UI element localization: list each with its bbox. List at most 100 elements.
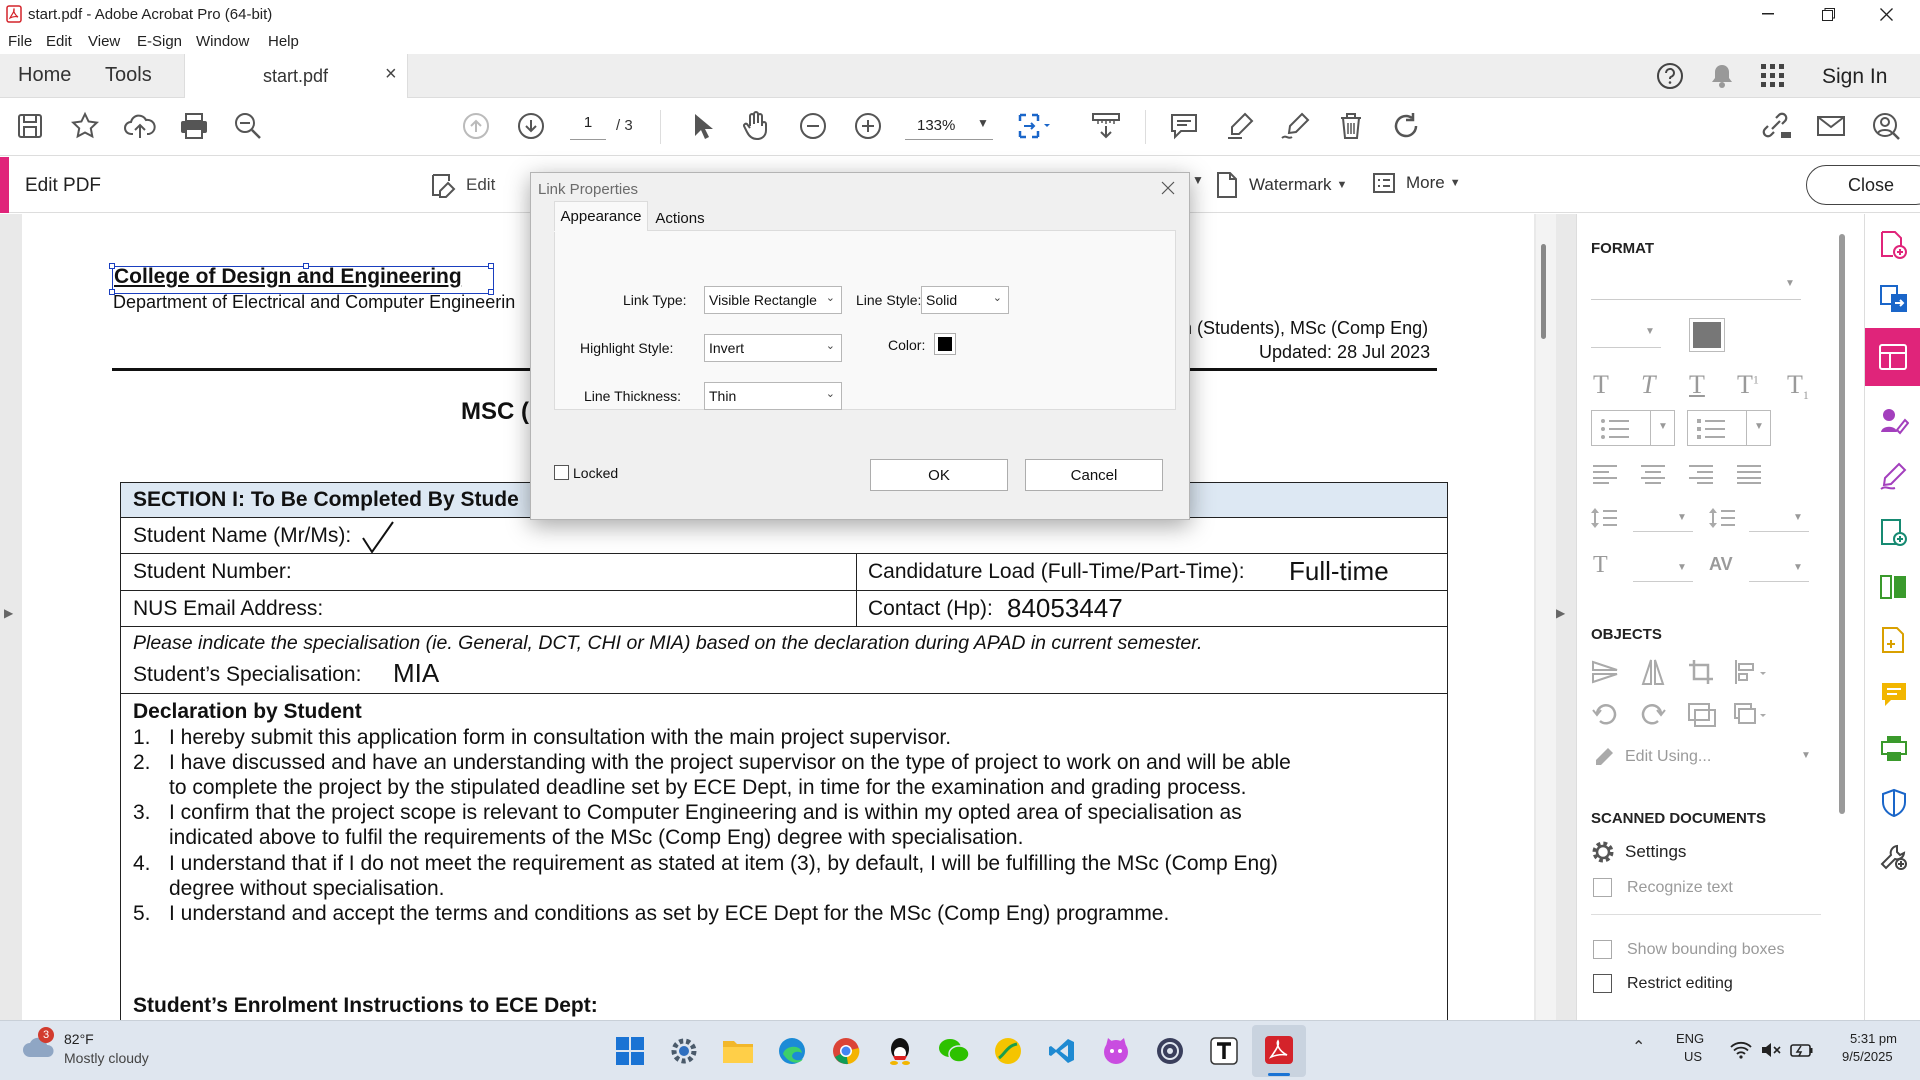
line-thickness-select[interactable]: Thin ⌄ — [704, 382, 842, 410]
bullet-list-button[interactable]: ▼ — [1591, 410, 1675, 446]
tab-document[interactable]: start.pdf × — [184, 54, 408, 98]
dialog-close-icon[interactable] — [1161, 181, 1175, 195]
account-icon[interactable] — [1868, 108, 1904, 144]
panel-scrollbar[interactable] — [1839, 234, 1845, 814]
upload-cloud-icon[interactable] — [122, 108, 158, 144]
align-justify-icon[interactable] — [1737, 464, 1763, 484]
export-pdf-icon[interactable] — [1879, 284, 1909, 314]
horizontal-scaling-select[interactable]: ▼ — [1633, 556, 1693, 582]
clock-date[interactable]: 9/5/2025 — [1842, 1049, 1893, 1064]
delete-trash-icon[interactable] — [1333, 108, 1369, 144]
contact-value[interactable]: 84053447 — [1007, 593, 1123, 624]
edit-using-select[interactable]: Edit Using... ▼ — [1591, 742, 1811, 772]
line-spacing-select[interactable]: ▼ — [1633, 506, 1693, 532]
rotate-right-icon[interactable] — [1639, 700, 1667, 728]
page-fit-icon[interactable] — [1016, 108, 1052, 144]
font-color-swatch[interactable] — [1689, 318, 1725, 352]
scan-ocr-icon[interactable] — [1879, 626, 1909, 656]
college-name-link[interactable]: College of Design and Engineering — [114, 265, 462, 289]
paragraph-spacing-icon[interactable] — [1709, 506, 1737, 530]
restrict-editing-checkbox[interactable] — [1593, 974, 1612, 993]
sign-pen-icon[interactable] — [1278, 108, 1314, 144]
flip-horizontal-icon[interactable] — [1639, 658, 1667, 686]
sign-in-link[interactable]: Sign In — [1822, 65, 1887, 89]
restore-button[interactable] — [1800, 0, 1856, 28]
zoom-out-icon[interactable] — [795, 108, 831, 144]
scroll-mode-icon[interactable] — [1088, 108, 1124, 144]
notifications-bell-icon[interactable] — [1704, 58, 1740, 94]
character-spacing-icon[interactable]: AV — [1709, 554, 1733, 575]
superscript-icon[interactable]: T1 — [1737, 370, 1759, 400]
edge-browser-icon[interactable] — [770, 1029, 814, 1073]
language-line1[interactable]: ENG — [1676, 1031, 1704, 1046]
numbered-list-button[interactable]: ▼ — [1687, 410, 1771, 446]
text-style-normal-icon[interactable]: T — [1593, 370, 1609, 400]
print-production-icon[interactable] — [1879, 734, 1909, 764]
zoom-select[interactable]: 133% ▼ — [905, 114, 993, 140]
qq-app-icon[interactable] — [878, 1029, 922, 1073]
rotate-left-icon[interactable] — [1591, 700, 1619, 728]
font-size-select[interactable]: ▼ — [1591, 320, 1661, 348]
clock-time[interactable]: 5:31 pm — [1850, 1031, 1897, 1046]
link-type-select[interactable]: Visible Rectangle ⌄ — [704, 286, 842, 314]
align-left-icon[interactable] — [1593, 464, 1619, 484]
locked-checkbox[interactable] — [554, 465, 569, 480]
create-pdf-icon[interactable] — [1879, 230, 1907, 260]
volume-muted-icon[interactable] — [1760, 1041, 1782, 1059]
replace-image-icon[interactable] — [1687, 700, 1717, 728]
paragraph-spacing-select[interactable]: ▼ — [1749, 506, 1809, 532]
chevron-up-icon[interactable]: ⌃ — [1632, 1037, 1645, 1057]
comment-tool-icon[interactable] — [1879, 680, 1909, 710]
app-icon-yellow[interactable] — [986, 1029, 1030, 1073]
specialisation-value[interactable]: MIA — [393, 658, 439, 689]
scrollbar-thumb[interactable] — [1541, 244, 1546, 339]
help-icon[interactable] — [1652, 58, 1688, 94]
tab-actions[interactable]: Actions — [648, 205, 712, 231]
font-family-select[interactable]: ▼ — [1591, 272, 1801, 300]
recognize-text-checkbox[interactable] — [1593, 878, 1612, 897]
character-spacing-select[interactable]: ▼ — [1749, 556, 1809, 582]
acrobat-taskbar-active[interactable] — [1252, 1025, 1306, 1077]
tab-home[interactable]: Home — [18, 64, 71, 87]
next-page-icon[interactable] — [513, 108, 549, 144]
comment-icon[interactable] — [1166, 108, 1202, 144]
find-text-icon[interactable] — [230, 108, 266, 144]
rotate-icon[interactable] — [1388, 108, 1424, 144]
wechat-app-icon[interactable] — [932, 1029, 976, 1073]
share-link-icon[interactable] — [1758, 108, 1794, 144]
scan-settings-button[interactable]: Settings — [1591, 840, 1686, 864]
more-tools-wrench-icon[interactable] — [1879, 842, 1909, 872]
obs-app-icon[interactable] — [1148, 1029, 1192, 1073]
previous-page-icon[interactable] — [458, 108, 494, 144]
protect-shield-icon[interactable] — [1879, 788, 1909, 818]
menu-window[interactable]: Window — [196, 33, 249, 50]
watermark-button[interactable]: Watermark ▼ — [1215, 171, 1347, 199]
close-edit-button[interactable]: Close — [1806, 165, 1920, 205]
ok-button[interactable]: OK — [870, 459, 1008, 491]
tab-close-icon[interactable]: × — [385, 63, 397, 86]
arrange-objects-icon[interactable] — [1733, 700, 1769, 728]
horizontal-scaling-icon[interactable]: T — [1593, 552, 1608, 579]
save-icon[interactable] — [12, 108, 48, 144]
email-icon[interactable] — [1813, 108, 1849, 144]
select-cursor-icon[interactable] — [684, 108, 720, 144]
hand-tool-icon[interactable] — [738, 108, 774, 144]
close-window-button[interactable] — [1858, 0, 1914, 28]
tab-tools[interactable]: Tools — [105, 64, 152, 87]
candidature-value[interactable]: Full-time — [1289, 556, 1389, 587]
wifi-icon[interactable] — [1730, 1041, 1752, 1059]
file-explorer-icon[interactable] — [716, 1029, 760, 1073]
battery-charging-icon[interactable] — [1790, 1041, 1814, 1059]
line-spacing-icon[interactable] — [1591, 506, 1619, 530]
cancel-button[interactable]: Cancel — [1025, 459, 1163, 491]
print-icon[interactable] — [176, 108, 212, 144]
apps-grid-icon[interactable] — [1755, 58, 1791, 94]
language-line2[interactable]: US — [1684, 1049, 1702, 1064]
zoom-in-icon[interactable] — [850, 108, 886, 144]
request-signature-icon[interactable] — [1879, 406, 1909, 436]
windows-start-icon[interactable] — [608, 1029, 652, 1073]
settings-app-icon[interactable] — [662, 1029, 706, 1073]
crop-icon[interactable] — [1687, 658, 1715, 686]
combine-files-icon[interactable] — [1879, 518, 1909, 548]
highlight-style-select[interactable]: Invert ⌄ — [704, 334, 842, 362]
